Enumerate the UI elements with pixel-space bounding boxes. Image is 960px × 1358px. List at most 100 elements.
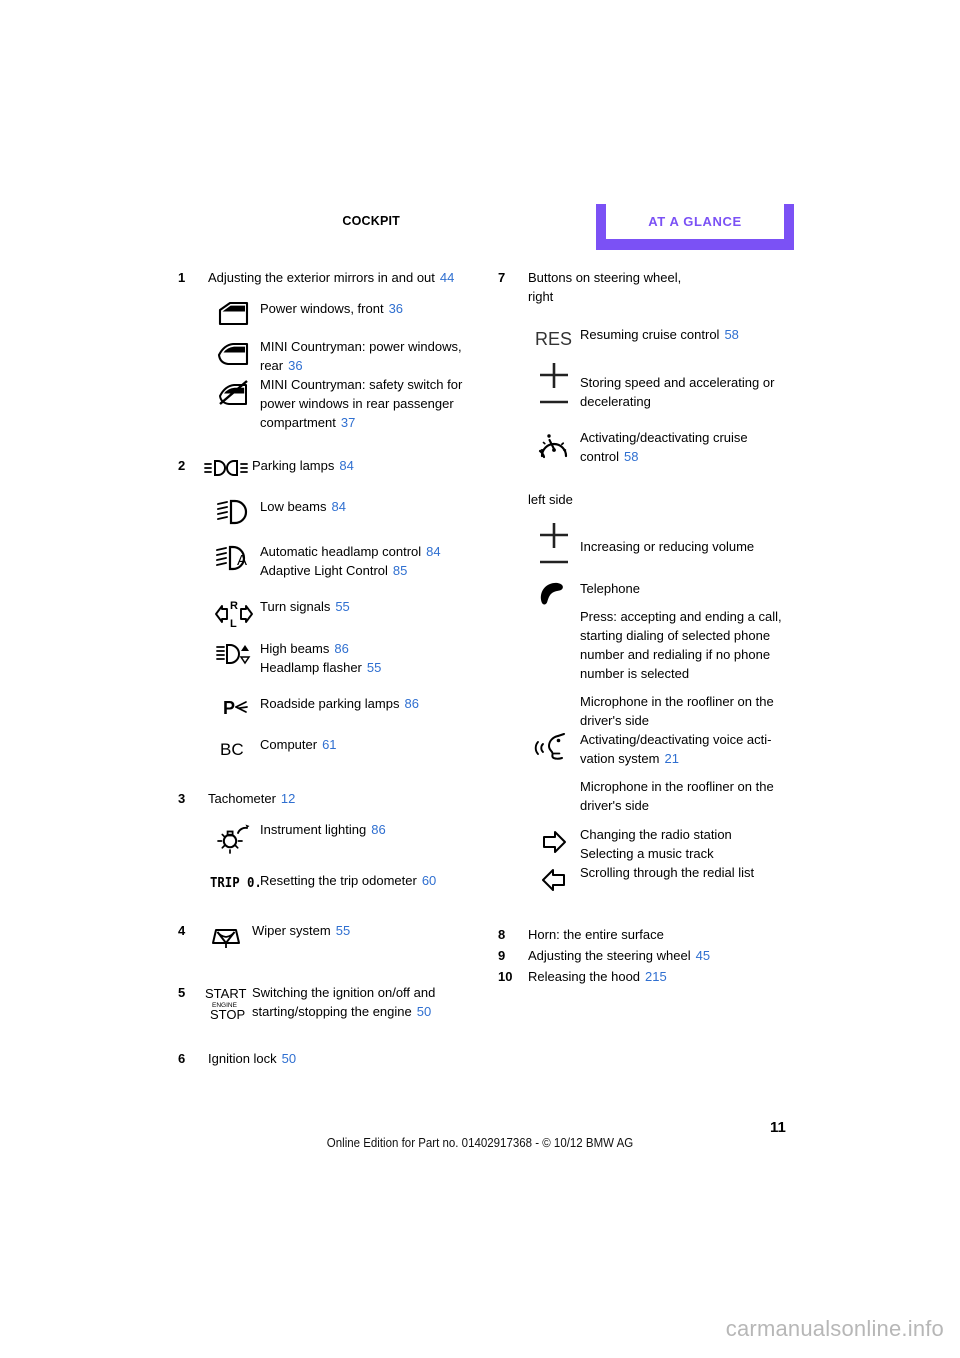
left-column: 1 Adjusting the exterior mirrors in and … bbox=[178, 268, 498, 1070]
page-ref: 84 bbox=[331, 499, 346, 514]
svg-text:RES: RES bbox=[535, 329, 572, 349]
row-text: Telephone Press: accepting and ending a … bbox=[580, 579, 818, 730]
plus-minus-rocker-icon bbox=[528, 359, 580, 409]
row-text: Scrolling through the redial list bbox=[580, 865, 755, 880]
row-text: Computer 61 bbox=[260, 737, 337, 752]
svg-text:A: A bbox=[237, 552, 247, 569]
item-number: 10 bbox=[498, 969, 513, 984]
page-number: 11 bbox=[770, 1119, 786, 1136]
list-item-7: 7 Buttons on steering wheel, right bbox=[498, 268, 818, 306]
list-item-5: 5 START ENGINE STOP Switching the igniti… bbox=[178, 983, 498, 1023]
row-text: Wiper system 55 bbox=[252, 923, 351, 938]
item-number: 3 bbox=[178, 791, 186, 806]
watermark: carmanualsonline.info bbox=[725, 1316, 944, 1341]
item-number: 7 bbox=[498, 270, 506, 285]
page-ref: 37 bbox=[340, 415, 356, 430]
item-title: Ignition lock 50 bbox=[208, 1051, 297, 1066]
arrow-right-icon bbox=[528, 825, 580, 857]
item-title: Releasing the hood 215 bbox=[528, 969, 667, 984]
page-ref: 215 bbox=[645, 969, 667, 984]
list-item-2: 2 Parking lamps 84 bbox=[178, 456, 498, 478]
row-text: MINI Countryman: safety switch for power… bbox=[260, 377, 463, 430]
page-ref: 44 bbox=[439, 270, 455, 285]
roadside-parking-lamps-icon: P bbox=[208, 694, 260, 718]
list-item-6: 6 Ignition lock 50 bbox=[178, 1049, 498, 1068]
edition-footer: Online Edition for Part no. 01402917368 … bbox=[326, 1136, 634, 1150]
list-item-4: 4 Wiper system 55 bbox=[178, 921, 498, 951]
page-ref: 84 bbox=[339, 458, 354, 473]
automatic-headlamp-control-icon: A bbox=[208, 542, 260, 572]
page-ref: 55 bbox=[335, 923, 351, 938]
page-ref: 55 bbox=[335, 599, 350, 614]
at-a-glance-tab-inner: AT A GLANCE bbox=[606, 204, 784, 239]
power-window-safety-switch-icon bbox=[208, 375, 260, 407]
row-roadside-parking-lamps: P Roadside parking lamps 86 bbox=[208, 694, 498, 718]
row-volume: Increasing or reducing volume bbox=[528, 519, 818, 569]
list-item-8: 8 Horn: the entire surface bbox=[498, 925, 818, 944]
arrow-left-icon bbox=[528, 863, 580, 895]
row-power-windows-rear: MINI Countryman: power windows, rear 36 bbox=[208, 337, 498, 375]
telephone-microphone-paragraph: Microphone in the roofliner on the drive… bbox=[580, 694, 774, 728]
row-high-beams-flasher: High beams 86 Headlamp flasher 55 bbox=[208, 639, 498, 677]
svg-text:BC: BC bbox=[220, 740, 244, 759]
list-item-9: 9 Adjusting the steering wheel 45 bbox=[498, 946, 818, 965]
at-a-glance-tab-label: AT A GLANCE bbox=[648, 214, 742, 229]
page-ref: 45 bbox=[695, 948, 711, 963]
item-title: Adjusting the exterior mirrors in and ou… bbox=[208, 270, 455, 285]
list-item-10: 10 Releasing the hood 215 bbox=[498, 967, 818, 986]
plus-minus-rocker-icon bbox=[528, 519, 580, 569]
row-trip-odometer: TRIP 0.0 Resetting the trip odometer60 bbox=[208, 871, 498, 891]
row-text: High beams 86 Headlamp flasher 55 bbox=[260, 641, 382, 675]
item-title: Buttons on steering wheel, right bbox=[528, 270, 682, 304]
row-cruise-control-toggle: Activating/deactivating cruise control 58 bbox=[528, 428, 818, 466]
row-low-beams: Low beams 84 bbox=[208, 497, 498, 525]
low-beams-icon bbox=[208, 497, 260, 525]
item-number: 1 bbox=[178, 270, 186, 285]
parking-lamps-icon bbox=[200, 456, 252, 478]
row-text: Switching the ignition on/off and starti… bbox=[252, 985, 436, 1019]
item-title: Adjusting the steering wheel 45 bbox=[528, 948, 711, 963]
row-text: Automatic headlamp control 84 Adaptive Li… bbox=[260, 544, 441, 578]
svg-text:R: R bbox=[230, 600, 238, 612]
right-column: 7 Buttons on steering wheel, right RES R… bbox=[498, 268, 818, 988]
row-radio-station-right: Changing the radio station Selecting a m… bbox=[528, 825, 818, 863]
row-resume-cruise-control: RES Resuming cruise control 58 bbox=[528, 325, 818, 349]
section-label: COCKPIT bbox=[342, 214, 400, 228]
row-text: Roadside parking lamps 86 bbox=[260, 696, 419, 711]
row-store-speed: Storing speed and accelerating or decele… bbox=[528, 359, 818, 411]
item-number: 6 bbox=[178, 1051, 186, 1066]
row-power-window-safety-switch: MINI Countryman: safety switch for power… bbox=[208, 375, 498, 432]
telephone-title: Telephone bbox=[580, 581, 640, 596]
svg-text:L: L bbox=[230, 618, 237, 629]
row-text: Resuming cruise control 58 bbox=[580, 327, 739, 342]
telephone-handset-icon bbox=[528, 579, 580, 609]
page-ref: 58 bbox=[624, 449, 639, 464]
voice-activation-lines: Activating/deactivating voice acti- vati… bbox=[580, 732, 772, 766]
page-ref: 85 bbox=[392, 563, 408, 578]
at-a-glance-tab: AT A GLANCE bbox=[596, 204, 794, 250]
row-text: Turn signals 55 bbox=[260, 599, 350, 614]
page-ref: 50 bbox=[416, 1004, 432, 1019]
item-number: 8 bbox=[498, 927, 506, 942]
svg-text:TRIP 0.0: TRIP 0.0 bbox=[210, 875, 259, 890]
left-side-label: left side bbox=[528, 492, 573, 507]
row-text: Low beams 84 bbox=[260, 499, 346, 514]
trip-odometer-icon: TRIP 0.0 bbox=[208, 871, 260, 891]
page-ref: 21 bbox=[664, 751, 679, 766]
row-telephone: Telephone Press: accepting and ending a … bbox=[528, 579, 818, 730]
cruise-control-icon bbox=[528, 428, 580, 462]
page-ref: 12 bbox=[280, 791, 296, 806]
row-text: Changing the radio station Selecting a m… bbox=[580, 827, 732, 861]
wiper-system-icon bbox=[200, 921, 252, 951]
row-voice-activation: Activating/deactivating voice acti- vati… bbox=[528, 730, 818, 815]
row-text: Storing speed and accelerating or decele… bbox=[580, 375, 775, 409]
svg-text:STOP: STOP bbox=[210, 1007, 245, 1022]
page-ref: 84 bbox=[426, 544, 441, 559]
item-number: 9 bbox=[498, 948, 506, 963]
car-door-rear-window-icon bbox=[208, 337, 260, 367]
page-ref: 61 bbox=[322, 737, 337, 752]
row-power-windows-front: Power windows, front 36 bbox=[208, 299, 498, 327]
row-computer: BC Computer 61 bbox=[208, 735, 498, 759]
row-text: Instrument lighting 86 bbox=[260, 822, 386, 837]
page-ref: 86 bbox=[404, 696, 419, 711]
